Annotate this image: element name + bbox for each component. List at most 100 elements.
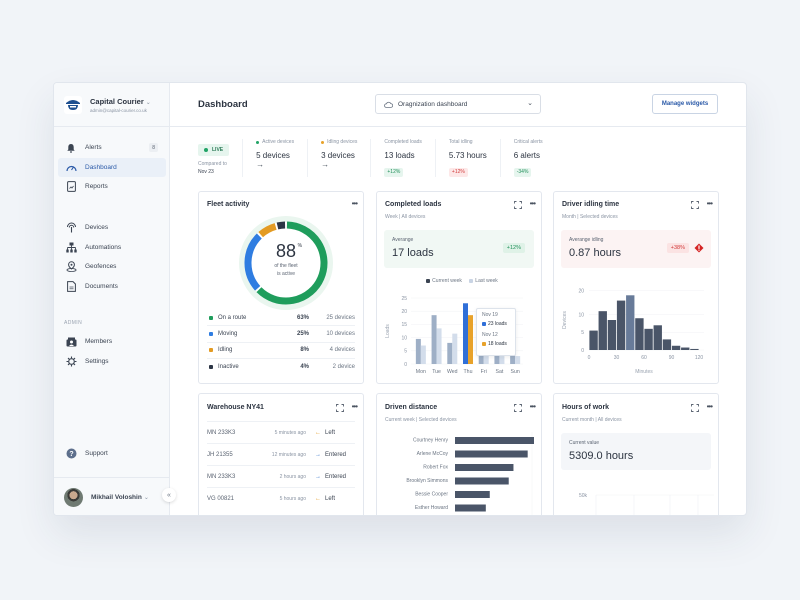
more-options-icon[interactable]: ••• [707, 199, 713, 208]
gauge-icon [65, 161, 77, 173]
fleet-legend: On a route 63% 25 devices Moving 25% 10 … [207, 310, 355, 375]
brand-switcher[interactable]: Capital Courier ⌄ admin@capital-courier.c… [54, 83, 170, 127]
arrow-right-icon: → [256, 160, 265, 169]
event-time: 12 minutes ago [271, 451, 306, 458]
compared-label: Compared to [198, 161, 227, 167]
collapse-sidebar-button[interactable]: « [162, 488, 176, 502]
legend-row[interactable]: Idling 8% 4 devices [207, 343, 355, 359]
histogram-bar [607, 320, 617, 350]
support-nav: ? Support [58, 444, 166, 464]
y-tick-label: 0 [581, 348, 584, 354]
sidebar-item-support[interactable]: ? Support [58, 444, 166, 463]
card-subtitle: Week | All devices [385, 214, 426, 220]
hours-of-work-chart: 50k [579, 493, 714, 515]
change-chip: +12% [502, 243, 525, 253]
arrow-right-icon: → [315, 451, 321, 458]
y-axis-label: Loads [385, 324, 391, 338]
legend-row[interactable]: Inactive 4% 2 device [207, 359, 355, 375]
y-tick-label: Brooklyn Simmons [406, 478, 448, 484]
driven-distance-card: Driven distance Current week | Selected … [376, 393, 542, 515]
x-tick-label: 120 [695, 355, 704, 361]
more-options-icon[interactable]: ••• [707, 402, 713, 411]
chevron-down-icon: ⌄ [145, 99, 151, 106]
bar-last-thu [468, 315, 473, 364]
expand-icon[interactable] [336, 404, 344, 412]
card-title: Completed loads [385, 201, 442, 208]
main-content: Dashboard Oragnization dashboard ⌄ Manag… [170, 83, 746, 515]
y-tick-label: 20 [578, 289, 584, 295]
sidebar-item-alerts[interactable]: Alerts 8 [58, 138, 166, 157]
brand-logo-icon [64, 95, 82, 114]
stat-completed-loads[interactable]: Completed loads 13 loads +12% [371, 139, 436, 177]
donut-caption-line1: of the fleet [274, 263, 298, 269]
live-badge: LIVE [198, 144, 230, 156]
stat-label: Active devices [262, 139, 295, 145]
stat-value: 3 devices [321, 151, 355, 160]
list-item[interactable]: MN 233K3 2 hours ago → Entered [207, 465, 355, 487]
antenna-icon [65, 222, 77, 234]
card-title: Warehouse NY41 [207, 404, 264, 411]
donut-caption-line2: is active [276, 270, 296, 277]
sidebar-item-devices[interactable]: Devices [58, 218, 166, 237]
average-label: Averange [392, 237, 414, 243]
sidebar-item-members[interactable]: Members [58, 332, 166, 351]
sidebar-item-label: Devices [85, 224, 109, 231]
legend-percent: 8% [300, 347, 309, 354]
user-menu[interactable]: Mikhail Voloshin ⌄ [54, 477, 170, 515]
x-tick-label: Mon [416, 369, 426, 375]
stat-value: 5 devices [256, 151, 290, 160]
list-item[interactable]: JH 21355 12 minutes ago → Entered [207, 443, 355, 465]
expand-icon[interactable] [514, 201, 522, 209]
expand-icon[interactable] [691, 404, 699, 412]
x-tick-label: 30 [614, 355, 620, 361]
distance-bar [455, 477, 509, 485]
sidebar-item-settings[interactable]: Settings [58, 352, 166, 371]
tooltip-date-current: Nov 19 [482, 312, 498, 318]
average-value: 0.87 hours [569, 247, 621, 259]
driver-idling-card: Driver idling time Month | Selected devi… [553, 191, 719, 384]
stat-idling-devices[interactable]: Idling devices 3 devices → [308, 139, 372, 177]
list-item[interactable]: VG 00821 5 hours ago ← Left [207, 487, 355, 509]
more-options-icon[interactable]: ••• [352, 402, 358, 411]
card-subtitle: Current month | All devices [562, 417, 622, 423]
histogram-bar [616, 300, 626, 350]
vehicle-id: JH 21355 [207, 451, 233, 458]
y-tick-label: Bessie Cooper [415, 492, 448, 498]
y-tick-label: Esther Howard [415, 505, 448, 511]
x-tick-label: 60 [641, 355, 647, 361]
event-status: Left [325, 495, 336, 502]
arrow-right-icon: → [321, 160, 330, 169]
more-options-icon[interactable]: ••• [530, 199, 536, 208]
arrow-right-icon: → [315, 473, 321, 480]
card-title: Fleet activity [207, 201, 250, 208]
completed-loads-card: Completed loads Week | All devices ••• A… [376, 191, 542, 384]
bar-last-mon [420, 345, 426, 364]
stat-total-idling[interactable]: Total idling 5.73 hours +12% [436, 139, 501, 177]
avatar [64, 488, 83, 507]
stat-critical-alerts[interactable]: Critical alerts 6 alerts -34% [501, 139, 556, 177]
expand-icon[interactable] [691, 201, 699, 209]
list-item[interactable]: MN 233K3 5 minutes ago ← Left [207, 421, 355, 443]
card-subtitle: Month | Selected devices [562, 214, 618, 220]
sidebar-item-reports[interactable]: Reports [58, 177, 166, 196]
more-options-icon[interactable]: ••• [352, 199, 358, 208]
topbar: Dashboard Oragnization dashboard ⌄ Manag… [170, 83, 746, 127]
donut-segment-inactive [276, 221, 286, 230]
legend-row[interactable]: Moving 25% 10 devices [207, 326, 355, 343]
y-tick-label: Arlene McCoy [417, 451, 449, 457]
stat-active-devices[interactable]: Active devices 5 devices → [243, 139, 309, 177]
sidebar-item-automations[interactable]: Automations [58, 238, 166, 257]
organization-dashboard-select[interactable]: Oragnization dashboard ⌄ [375, 94, 541, 114]
brand-email: admin@capital-courier.co.uk [90, 107, 147, 113]
stat-label: Idling devices [327, 139, 358, 145]
loads-legend: Current week Last week [377, 278, 541, 284]
sidebar-item-dashboard[interactable]: Dashboard [58, 157, 166, 177]
more-options-icon[interactable]: ••• [530, 402, 536, 411]
sidebar-item-geofences[interactable]: Geofences [58, 257, 166, 276]
manage-widgets-button[interactable]: Manage widgets [652, 94, 718, 114]
bell-icon [65, 142, 77, 154]
expand-icon[interactable] [514, 404, 522, 412]
legend-row[interactable]: On a route 63% 25 devices [207, 310, 355, 327]
sidebar-item-documents[interactable]: Documents [58, 277, 166, 296]
help-icon: ? [65, 448, 77, 460]
